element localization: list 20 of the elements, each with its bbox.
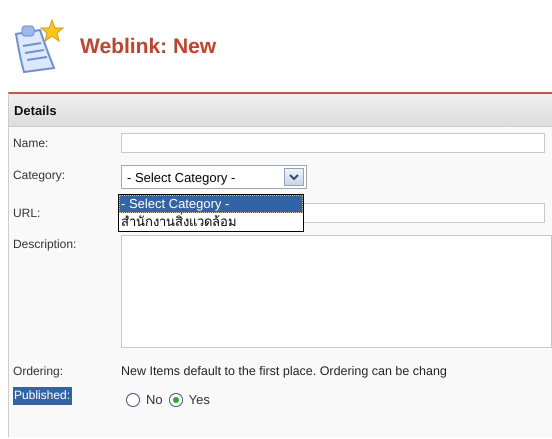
dropdown-option[interactable]: - Select Category - <box>119 195 303 213</box>
field-label: Ordering: <box>12 364 64 379</box>
panel-title: Details <box>14 102 57 118</box>
field-label: URL: <box>12 205 42 221</box>
chevron-down-icon <box>289 174 299 180</box>
category-dropdown[interactable]: - Select Category - <box>121 165 307 189</box>
dropdown-button[interactable] <box>284 168 304 186</box>
field-label: Category: <box>12 167 66 183</box>
description-field[interactable] <box>121 235 552 348</box>
field-label: Description: <box>12 236 78 252</box>
radio-option[interactable]: No <box>126 392 163 407</box>
ordering-note: New Items default to the first place. Ordering can be chang <box>121 364 447 378</box>
radio-button[interactable] <box>168 392 183 406</box>
page-title: Weblink: New <box>80 34 216 59</box>
field-label: Name: <box>12 135 50 151</box>
dropdown-option[interactable]: สำนักงานสิ่งแวดล้อม <box>119 213 303 231</box>
field-label: Published: <box>13 387 72 405</box>
text-field[interactable] <box>121 133 545 153</box>
radio-option[interactable]: Yes <box>168 392 210 407</box>
radio-button[interactable] <box>126 392 140 406</box>
